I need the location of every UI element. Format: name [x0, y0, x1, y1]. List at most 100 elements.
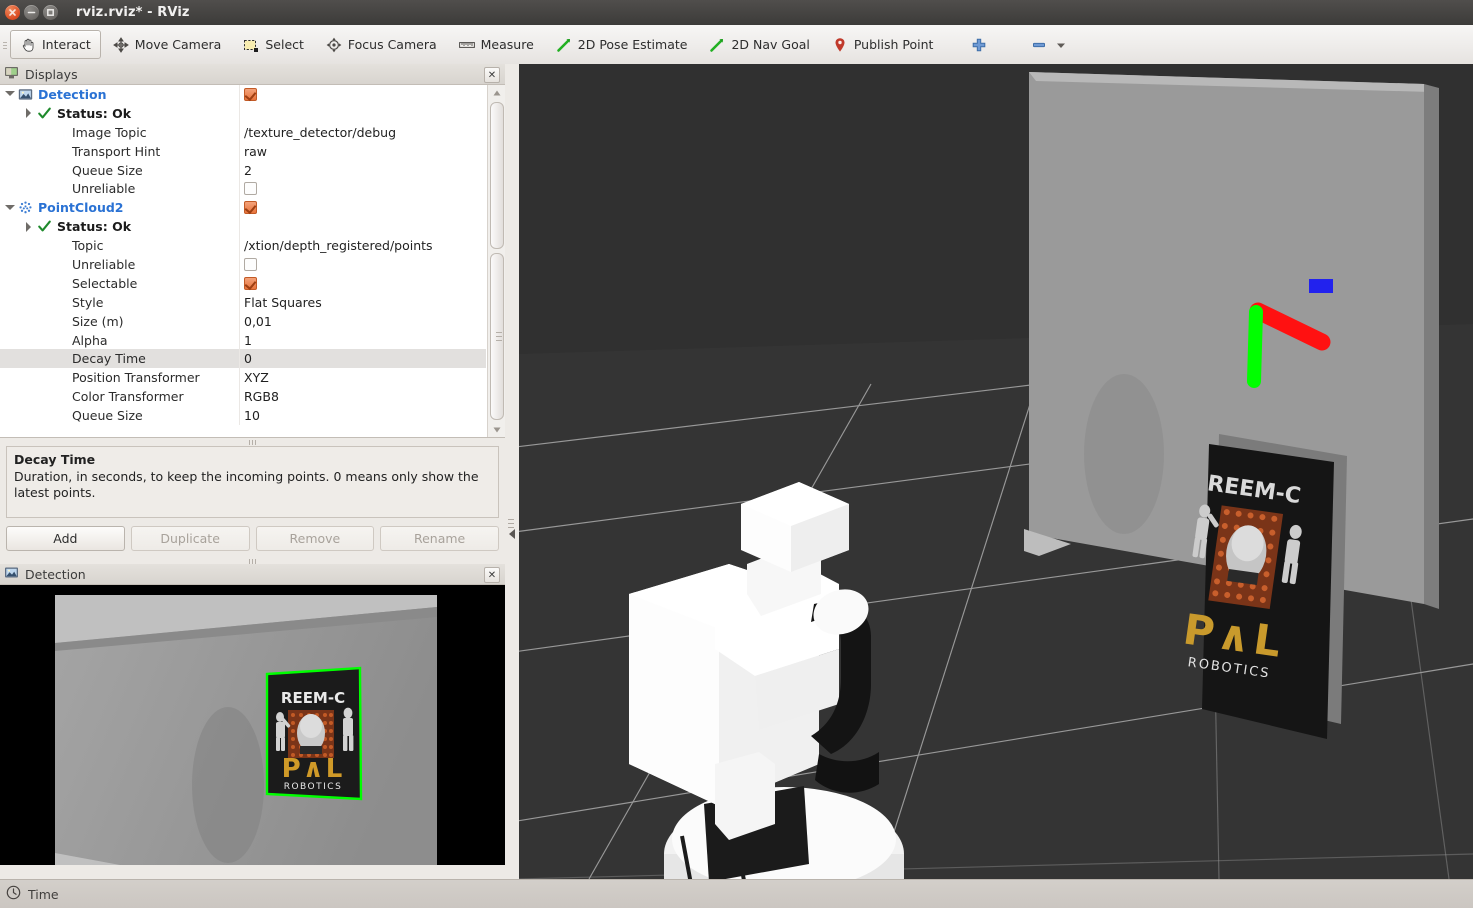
- dock-splitter[interactable]: [505, 64, 519, 879]
- property-row[interactable]: Status: Ok: [0, 104, 486, 123]
- property-value-cell[interactable]: /texture_detector/debug: [240, 123, 486, 142]
- expand-arrow-icon[interactable]: [39, 354, 49, 364]
- property-value-cell[interactable]: [240, 255, 486, 274]
- property-value[interactable]: raw: [244, 144, 267, 159]
- collapse-dock-icon[interactable]: [509, 529, 515, 539]
- expand-arrow-icon[interactable]: [39, 259, 49, 269]
- close-icon[interactable]: ✕: [484, 567, 500, 583]
- property-value-cell[interactable]: [240, 104, 486, 123]
- displays-scrollbar[interactable]: [487, 85, 505, 437]
- 3d-render-view[interactable]: REEM-C: [519, 64, 1473, 879]
- property-value-cell[interactable]: [240, 217, 486, 236]
- property-value-cell[interactable]: raw: [240, 142, 486, 161]
- tool-2d-pose-estimate[interactable]: 2D Pose Estimate: [546, 30, 698, 59]
- checkbox-checked[interactable]: [244, 201, 257, 214]
- expand-arrow-icon[interactable]: [39, 146, 49, 156]
- scroll-up-arrow[interactable]: [488, 85, 505, 100]
- tool-measure[interactable]: Measure: [449, 30, 544, 59]
- rename-button[interactable]: Rename: [380, 526, 499, 551]
- property-value[interactable]: 0: [244, 351, 252, 366]
- property-row[interactable]: Status: Ok: [0, 217, 486, 236]
- property-table[interactable]: Detection Status: Ok Image Topic /textur…: [0, 85, 486, 437]
- detection-image-view[interactable]: REEM-C: [0, 585, 505, 865]
- expand-arrow-icon[interactable]: [39, 373, 49, 383]
- close-icon[interactable]: ✕: [484, 67, 500, 83]
- expand-arrow-icon[interactable]: [24, 222, 34, 232]
- tool-publish-point[interactable]: Publish Point: [822, 30, 944, 59]
- property-row[interactable]: Queue Size 2: [0, 161, 486, 180]
- property-row[interactable]: Alpha 1: [0, 331, 486, 350]
- tool-2d-nav-goal[interactable]: 2D Nav Goal: [699, 30, 819, 59]
- property-value[interactable]: RGB8: [244, 389, 279, 404]
- property-value[interactable]: Flat Squares: [244, 295, 322, 310]
- expand-arrow-icon[interactable]: [39, 184, 49, 194]
- minimize-icon[interactable]: [24, 5, 39, 20]
- property-row[interactable]: Transport Hint raw: [0, 142, 486, 161]
- property-row[interactable]: Unreliable: [0, 179, 486, 198]
- property-row[interactable]: Color Transformer RGB8: [0, 387, 486, 406]
- duplicate-button[interactable]: Duplicate: [131, 526, 250, 551]
- property-value[interactable]: XYZ: [244, 370, 269, 385]
- checkbox-checked[interactable]: [244, 88, 257, 101]
- close-icon[interactable]: [5, 5, 20, 20]
- property-value-cell[interactable]: 0: [240, 349, 486, 368]
- property-value-cell[interactable]: XYZ: [240, 368, 486, 387]
- tool-select[interactable]: Select: [233, 30, 314, 59]
- toolbar-drag-handle[interactable]: [0, 25, 10, 64]
- scrollbar-thumb-upper[interactable]: [490, 102, 504, 249]
- property-value-cell[interactable]: /xtion/depth_registered/points: [240, 236, 486, 255]
- displays-splitter[interactable]: [0, 438, 505, 446]
- property-value-cell[interactable]: 1: [240, 331, 486, 350]
- add-tool-button[interactable]: [961, 30, 1003, 59]
- property-value-cell[interactable]: [240, 198, 486, 217]
- property-value[interactable]: /xtion/depth_registered/points: [244, 238, 433, 253]
- property-row[interactable]: Image Topic /texture_detector/debug: [0, 123, 486, 142]
- expand-arrow-icon[interactable]: [24, 108, 34, 118]
- property-value-cell[interactable]: Flat Squares: [240, 293, 486, 312]
- tool-move-camera[interactable]: Move Camera: [103, 30, 232, 59]
- property-row[interactable]: Position Transformer XYZ: [0, 368, 486, 387]
- property-row[interactable]: Unreliable: [0, 255, 486, 274]
- remove-tool-button[interactable]: [1021, 30, 1085, 59]
- property-value[interactable]: /texture_detector/debug: [244, 125, 396, 140]
- checkbox-unchecked[interactable]: [244, 258, 257, 271]
- property-value[interactable]: 10: [244, 408, 260, 423]
- checkbox-unchecked[interactable]: [244, 182, 257, 195]
- property-value-cell[interactable]: RGB8: [240, 387, 486, 406]
- expand-arrow-icon[interactable]: [39, 411, 49, 421]
- property-row[interactable]: Detection: [0, 85, 486, 104]
- tool-interact[interactable]: Interact: [10, 30, 101, 59]
- property-value-cell[interactable]: [240, 179, 486, 198]
- add-button[interactable]: Add: [6, 526, 125, 551]
- expand-arrow-icon[interactable]: [39, 335, 49, 345]
- expand-arrow-icon[interactable]: [5, 203, 15, 213]
- remove-button[interactable]: Remove: [256, 526, 375, 551]
- property-value[interactable]: 1: [244, 333, 252, 348]
- checkbox-checked[interactable]: [244, 277, 257, 290]
- expand-arrow-icon[interactable]: [5, 89, 15, 99]
- expand-arrow-icon[interactable]: [39, 165, 49, 175]
- chevron-down-icon[interactable]: [1053, 37, 1069, 53]
- property-value-cell[interactable]: 2: [240, 161, 486, 180]
- property-row[interactable]: Size (m) 0,01: [0, 312, 486, 331]
- expand-arrow-icon[interactable]: [39, 392, 49, 402]
- maximize-icon[interactable]: [43, 5, 58, 20]
- expand-arrow-icon[interactable]: [39, 316, 49, 326]
- property-value-cell[interactable]: [240, 85, 486, 104]
- property-value-cell[interactable]: [240, 274, 486, 293]
- property-row[interactable]: Topic /xtion/depth_registered/points: [0, 236, 486, 255]
- property-value[interactable]: 2: [244, 163, 252, 178]
- property-row[interactable]: Decay Time 0: [0, 349, 486, 368]
- property-row[interactable]: Selectable: [0, 274, 486, 293]
- expand-arrow-icon[interactable]: [39, 278, 49, 288]
- property-row[interactable]: PointCloud2: [0, 198, 486, 217]
- property-value-cell[interactable]: 0,01: [240, 312, 486, 331]
- expand-arrow-icon[interactable]: [39, 127, 49, 137]
- scroll-down-arrow[interactable]: [488, 422, 505, 437]
- tool-focus-camera[interactable]: Focus Camera: [316, 30, 447, 59]
- property-value[interactable]: 0,01: [244, 314, 272, 329]
- scrollbar-thumb-lower[interactable]: [490, 253, 504, 420]
- property-row[interactable]: Queue Size 10: [0, 406, 486, 425]
- property-value-cell[interactable]: 10: [240, 406, 486, 425]
- expand-arrow-icon[interactable]: [39, 241, 49, 251]
